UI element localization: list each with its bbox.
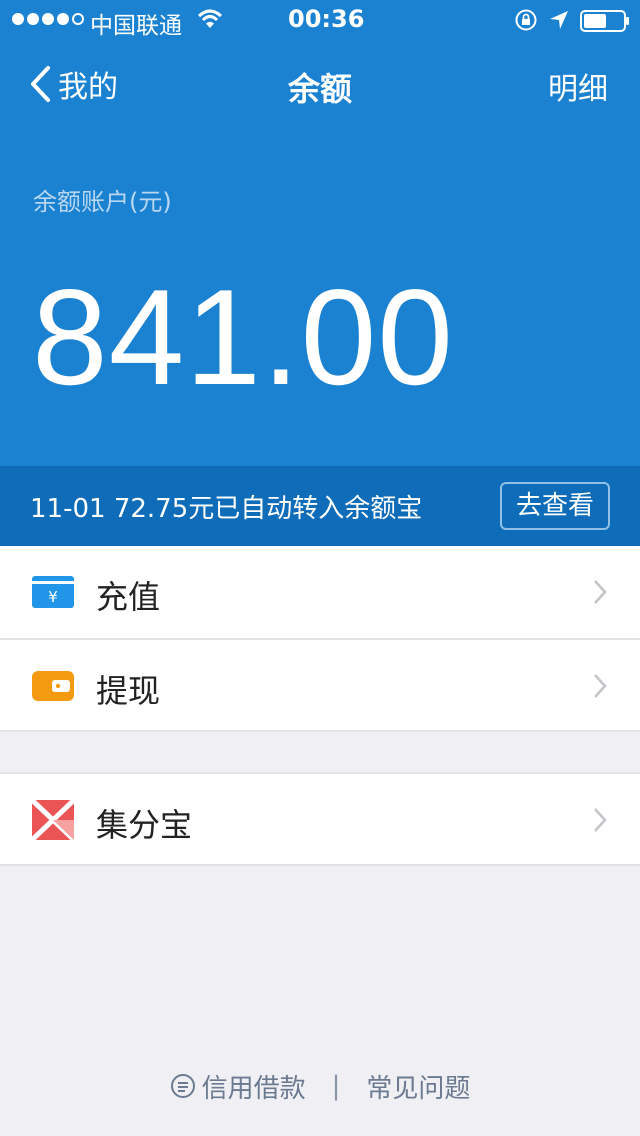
withdraw-label: 提现	[96, 672, 161, 710]
chevron-right-icon	[594, 674, 607, 698]
rotation-lock-icon	[515, 9, 537, 31]
back-button-label: 我的	[58, 70, 118, 105]
withdraw-row[interactable]: 提现	[0, 640, 640, 732]
view-button[interactable]: 去查看	[500, 482, 610, 530]
header: 中国联通 00:36 我的 余额 明细 余额账户(元) 841.00	[0, 0, 640, 466]
svg-text:¥: ¥	[48, 588, 58, 606]
chevron-right-icon	[594, 580, 607, 604]
battery-icon	[580, 10, 629, 32]
clock: 00:36	[288, 5, 365, 33]
footer-links: 信用借款 | 常见问题	[0, 1066, 640, 1106]
balance-page: 中国联通 00:36 我的 余额 明细 余额账户(元) 841.00 11-01…	[0, 0, 640, 1136]
balance-label: 余额账户(元)	[33, 188, 172, 216]
wifi-icon	[197, 9, 223, 28]
balance-amount: 841.00	[32, 261, 454, 413]
notice-text: 11-01 72.75元已自动转入余额宝	[30, 494, 423, 524]
recharge-label: 充值	[96, 578, 161, 616]
signal-strength-icon	[12, 13, 84, 25]
back-button[interactable]: 我的	[28, 62, 118, 106]
wallet-icon	[32, 671, 74, 701]
divider	[0, 864, 640, 866]
back-chevron-icon	[31, 66, 50, 102]
points-logo-icon	[32, 800, 74, 840]
chevron-right-icon	[594, 808, 607, 832]
credit-loan-icon	[170, 1074, 195, 1098]
recharge-row[interactable]: ¥ 充值	[0, 546, 640, 638]
credit-loan-link[interactable]: 信用借款	[170, 1068, 306, 1105]
points-row[interactable]: 集分宝	[0, 774, 640, 866]
status-bar: 中国联通 00:36	[0, 0, 640, 40]
page-title: 余额	[287, 70, 352, 108]
faq-link[interactable]: 常见问题	[366, 1068, 470, 1105]
recharge-card-icon: ¥	[32, 576, 74, 608]
location-arrow-icon	[550, 11, 568, 29]
carrier-name: 中国联通	[90, 13, 182, 39]
details-button[interactable]: 明细	[548, 64, 608, 108]
points-label: 集分宝	[96, 806, 193, 844]
footer-separator: |	[331, 1071, 341, 1101]
credit-loan-label: 信用借款	[201, 1073, 306, 1104]
divider	[0, 730, 640, 732]
